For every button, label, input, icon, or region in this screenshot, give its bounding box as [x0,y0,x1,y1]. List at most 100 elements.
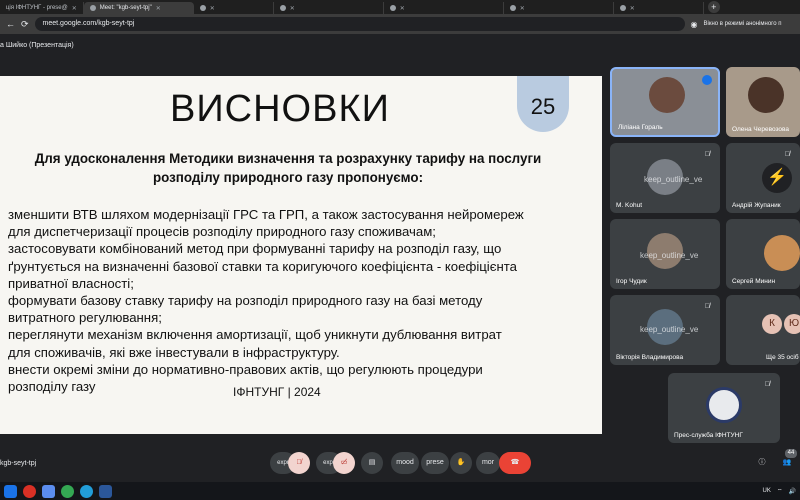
participant-name: Андрій Жупаник [732,202,781,209]
participant-tile-press[interactable]: 🎙̸ Прес-служба ІФНТУНГ [668,373,780,443]
language-indicator[interactable]: UK [763,488,771,494]
participant-name: Вікторія Владимирова [616,354,684,361]
windows-start-icon[interactable] [4,484,17,498]
tab-3[interactable]: ✕ [194,2,274,14]
close-icon[interactable]: ✕ [520,5,525,12]
tab-favicon-icon [619,5,626,11]
close-icon[interactable]: ✕ [630,5,635,12]
taskbar-app-icon[interactable] [23,484,36,498]
close-icon[interactable]: ✕ [210,5,215,12]
pill-label: mood [396,459,414,466]
avatar: К [762,314,782,334]
slide-number: 25 [530,94,556,119]
tab-6[interactable]: ✕ [504,2,614,14]
tab-meet[interactable]: Meet: "kgb-seyt-tpj" ✕ [83,2,194,14]
slide-line: приватної власності; [8,275,134,291]
slide-line: застосовувати комбінований метод при фор… [8,241,502,257]
tab-favicon-icon [509,5,516,11]
speaking-indicator-icon [702,75,712,85]
participant-video [649,77,685,113]
info-button[interactable]: ⓘ [754,452,770,474]
overlay-text: keep_outline_ve [640,251,699,260]
mic-off-icon: 🎙̸ [764,381,770,388]
meet-favicon-icon [89,5,96,11]
mood-button[interactable]: mood [391,452,419,474]
slide-line: внести окремі зміни до нормативно-правов… [8,361,483,377]
leave-call-button[interactable]: ☎ [499,452,531,474]
slide-line: витратного регулювання; [8,310,162,326]
chrome-icon[interactable] [61,484,74,498]
close-icon[interactable]: ✕ [400,5,405,12]
participant-name: Олена Черевозова [732,126,790,133]
os-taskbar: UK ⌔ 🔊 [0,482,800,500]
participant-video [748,77,784,113]
browser-tab-strip: ція ІФНТУНГ - prese@ ✕ Meet: "kgb-seyt-tp… [0,0,800,14]
volume-icon[interactable]: 🔊 [789,488,796,495]
participant-tile-igor[interactable]: keep_outline_ve Ігор Чудик [610,219,720,289]
captions-button[interactable]: ▤ [361,452,383,474]
new-tab-button[interactable]: + [707,1,720,13]
system-tray: UK ⌔ 🔊 [763,487,796,495]
others-tile[interactable]: К Ю Ще 35 осіб [726,295,800,365]
close-icon[interactable]: ✕ [290,5,295,12]
mic-button[interactable]: 🎙̸ [288,452,310,474]
participant-name: M. Kohut [616,202,643,209]
overlay-text: keep_outline_ve [644,175,703,184]
avatar: Ю [784,314,800,334]
more-options-button[interactable]: mor [476,452,500,474]
slide-line: формувати базову ставку тарифу на розпод… [8,293,483,309]
mic-off-icon: 🎙̸ [704,151,710,158]
tab-favicon-icon [199,5,206,11]
taskbar-app-icon[interactable] [42,484,55,498]
wifi-icon[interactable]: ⌔ [777,487,783,495]
tab-5[interactable]: ✕ [384,2,504,14]
word-icon[interactable] [99,484,112,498]
camera-button[interactable]: ▭̸ [333,452,355,474]
logo-avatar-icon [706,387,742,423]
mic-off-icon: 🎙̸ [704,303,710,310]
others-count-label: Ще 35 осіб [766,354,799,361]
raise-hand-button[interactable]: ✋ [450,452,472,474]
back-icon[interactable]: ← [6,19,15,29]
participant-avatar [764,235,800,271]
participant-name: Сергей Минин [732,278,776,285]
reload-icon[interactable]: ⟳ [21,19,29,30]
slide-line: для споживачів, які вже інвестували в ін… [8,344,340,360]
tab-favicon-icon [389,5,396,11]
present-button[interactable]: prese [421,452,449,474]
incognito-icon: ◉ [690,19,698,29]
mic-off-icon: 🎙̸ [784,151,790,158]
slide-line: переглянути механізм включення амортизац… [8,327,502,343]
pill-label: mor [481,459,495,466]
participant-name: Прес-служба ІФНТУНГ [674,432,743,439]
slide-line: зменшити ВТВ шляхом модернізації ГРС та … [8,207,524,222]
participant-tile-olena[interactable]: Олена Черевозова [726,67,800,137]
slide-title: ВИСНОВКИ [170,88,390,130]
participant-tile-liliana[interactable]: Лілiана Гораль [610,67,720,137]
tab-7[interactable]: ✕ [614,2,704,14]
address-bar: ← ⟳ meet.google.com/kgb-seyt-tpj ◉ Вікно… [0,14,800,34]
overlay-text: keep_outline_ve [640,325,699,334]
url-input[interactable]: meet.google.com/kgb-seyt-tpj [34,17,685,31]
telegram-icon[interactable] [80,484,93,498]
meeting-code: kgb-seyt-tpj [0,460,37,467]
tab-prese[interactable]: ція ІФНТУНГ - prese@ ✕ [0,2,84,14]
slide-line: для диспетчеризації процесів розподілу п… [8,224,436,240]
close-icon[interactable]: ✕ [72,5,77,12]
bolt-avatar-icon: ⚡ [762,163,792,193]
tab-4[interactable]: ✕ [274,2,384,14]
participant-count-badge: 44 [785,449,797,458]
tab-label: ція ІФНТУНГ - prese@ [6,5,68,11]
tab-label: Meet: "kgb-seyt-tpj" [99,5,152,11]
tab-favicon-icon [279,5,286,11]
participant-tile-kohut[interactable]: keep_outline_ve 🎙̸ M. Kohut [610,143,720,213]
participant-name: Лілiана Гораль [618,124,663,131]
participant-tile-viktoria[interactable]: keep_outline_ve 🎙̸ Вікторія Владимирова [610,295,720,365]
participant-tile-andriy[interactable]: ⚡ 🎙̸ Андрій Жупаник [726,143,800,213]
slide-footer: ІФНТУНГ | 2024 [233,385,321,399]
slide-body: зменшити ВТВ шляхом модернізації ГРС та … [8,206,598,395]
incognito-label: Вікно в режимі анонімного п [703,21,782,27]
close-icon[interactable]: ✕ [156,5,161,12]
slide-heading: Для удосконалення Методики визначення та… [34,151,542,185]
participant-tile-sergey[interactable]: Сергей Минин [726,219,800,289]
